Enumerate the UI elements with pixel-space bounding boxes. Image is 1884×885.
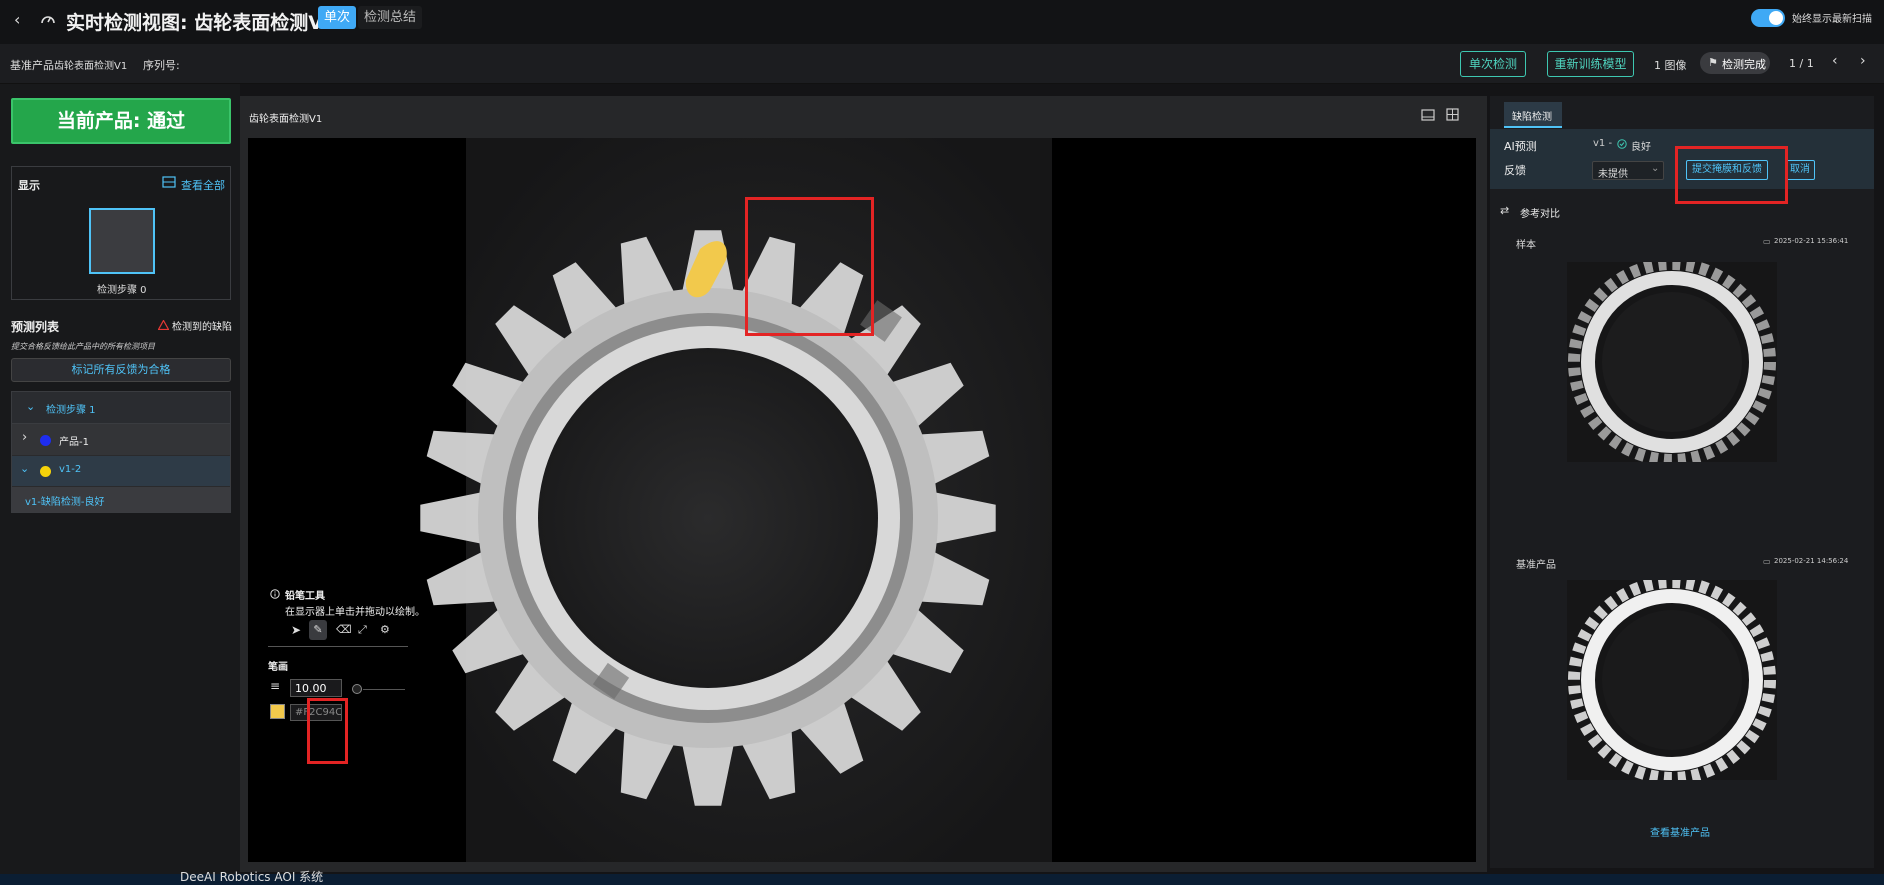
pencil-tool-highlight bbox=[307, 698, 348, 764]
tree-result-row[interactable]: v1-缺陷检测-良好 bbox=[12, 487, 230, 512]
ai-version: v1 - bbox=[1593, 138, 1613, 149]
tool-title: 铅笔工具 bbox=[285, 591, 325, 602]
flag-icon: ⚑ bbox=[1708, 56, 1718, 69]
fit-screen-icon[interactable]: ⤢ bbox=[358, 623, 367, 637]
back-icon[interactable]: ‹ bbox=[14, 10, 20, 29]
base-product-section-label: 基准产品 bbox=[1516, 560, 1556, 571]
chevron-down-icon: ⌄ bbox=[26, 400, 36, 413]
sample-label: 样本 bbox=[1516, 240, 1536, 251]
warning-icon bbox=[158, 320, 169, 330]
stroke-label: 笔画 bbox=[268, 662, 288, 673]
mode-single-tab[interactable]: 单次 bbox=[318, 6, 357, 29]
stroke-width-input[interactable] bbox=[290, 679, 342, 697]
grid-layout-icon[interactable] bbox=[1446, 108, 1459, 121]
single-layout-icon[interactable] bbox=[1421, 109, 1435, 121]
sample-image[interactable] bbox=[1567, 262, 1777, 462]
left-panel: 当前产品: 通过 显示 查看全部 检测步骤 0 预测列表 检测到的缺陷 提交合格… bbox=[0, 84, 240, 874]
feedback-select-value: 未提供 bbox=[1598, 169, 1628, 180]
tree-version-label: v1-2 bbox=[59, 464, 82, 475]
submit-button-highlight bbox=[1675, 146, 1788, 204]
feedback-label: 反馈 bbox=[1504, 164, 1526, 177]
prediction-tree: ⌄ 检测步骤 1 › 产品-1 ⌄ v1-2 v1-缺陷检测-良好 bbox=[11, 391, 231, 513]
image-count: 1 图像 bbox=[1654, 59, 1687, 72]
cursor-tool-icon[interactable]: ➤ bbox=[291, 623, 301, 637]
defect-badge: 检测到的缺陷 bbox=[172, 322, 232, 333]
serial-label: 序列号: bbox=[143, 59, 180, 72]
mark-all-pass-button[interactable]: 标记所有反馈为合格 bbox=[11, 358, 231, 382]
base-time: 2025-02-21 14:56:24 bbox=[1774, 557, 1849, 565]
compare-title: 参考对比 bbox=[1520, 209, 1560, 220]
defect-mark-highlight bbox=[745, 197, 874, 336]
info-icon bbox=[270, 589, 280, 599]
stroke-slider-track[interactable] bbox=[363, 689, 405, 690]
viewer-title: 齿轮表面检测V1 bbox=[249, 114, 323, 125]
page-indicator: 1 / 1 bbox=[1789, 57, 1814, 70]
ai-label: AI预测 bbox=[1504, 140, 1537, 153]
latest-scan-label: 始终显示最新扫描 bbox=[1792, 14, 1872, 25]
compare-icon: ⇄ bbox=[1500, 204, 1510, 217]
gauge-icon bbox=[40, 11, 56, 27]
step-thumbnail[interactable] bbox=[89, 208, 155, 274]
pencil-tool-icon[interactable]: ✎ bbox=[309, 620, 327, 640]
next-page-icon[interactable]: › bbox=[1860, 53, 1866, 69]
tree-version-row[interactable]: ⌄ v1-2 bbox=[12, 456, 230, 487]
product-color-dot bbox=[40, 435, 51, 446]
single-detect-button[interactable]: 单次检测 bbox=[1460, 51, 1526, 77]
mode-summary-tab[interactable]: 检测总结 bbox=[358, 6, 422, 29]
feedback-hint: 提交合格反馈给此产品中的所有检测项目 bbox=[11, 342, 155, 351]
grid-view-icon bbox=[162, 176, 176, 188]
prediction-title: 预测列表 bbox=[11, 320, 60, 334]
status-badge-text: 检测完成 bbox=[1722, 58, 1766, 71]
settings-icon[interactable]: ⚙ bbox=[380, 623, 390, 636]
sample-time: 2025-02-21 15:36:41 bbox=[1774, 237, 1849, 245]
status-badge: ⚑ 检测完成 bbox=[1700, 52, 1770, 74]
tab-label: 缺陷检测 bbox=[1512, 112, 1552, 123]
tree-step-label: 检测步骤 1 bbox=[46, 405, 96, 416]
top-bar: ‹ 实时检测视图: 齿轮表面检测V1 单次 检测总结 始终显示最新扫描 bbox=[0, 0, 1884, 44]
tree-product-label: 产品-1 bbox=[59, 437, 89, 448]
ai-result: 良好 bbox=[1631, 142, 1651, 153]
retrain-model-button[interactable]: 重新训练模型 bbox=[1547, 51, 1634, 77]
latest-scan-toggle[interactable] bbox=[1751, 9, 1785, 27]
brush-color-swatch[interactable] bbox=[270, 704, 285, 719]
taskbar: DeeAI Robotics AOI 系统 bbox=[0, 870, 1884, 885]
chevron-down-icon: ⌄ bbox=[1651, 163, 1660, 174]
taskbar-app-name: DeeAI Robotics AOI 系统 bbox=[180, 870, 324, 884]
tool-divider bbox=[268, 646, 408, 647]
version-color-dot bbox=[40, 466, 51, 477]
calendar-icon: ▭ bbox=[1763, 557, 1771, 566]
view-base-product-link[interactable]: 查看基准产品 bbox=[1650, 824, 1710, 839]
tree-product-row[interactable]: › 产品-1 bbox=[12, 424, 230, 456]
check-circle-icon bbox=[1617, 139, 1627, 149]
right-panel: 缺陷检测 AI预测 v1 - 良好 反馈 未提供 ⌄ 提交掩膜和反馈 取消 ⇄ … bbox=[1490, 96, 1874, 868]
calendar-icon: ▭ bbox=[1763, 237, 1771, 246]
tab-defect-detection[interactable]: 缺陷检测 bbox=[1504, 102, 1562, 128]
base-image[interactable] bbox=[1567, 580, 1777, 780]
display-title: 显示 bbox=[18, 179, 40, 192]
stroke-width-icon: ≡ bbox=[270, 679, 281, 693]
sub-bar: 基准产品 齿轮表面检测V1 序列号: 单次检测 重新训练模型 1 图像 ⚑ 检测… bbox=[0, 44, 1884, 84]
tree-step-row[interactable]: ⌄ 检测步骤 1 bbox=[12, 392, 230, 424]
prev-page-icon[interactable]: ‹ bbox=[1832, 53, 1838, 69]
feedback-select[interactable]: 未提供 ⌄ bbox=[1592, 161, 1664, 180]
eraser-tool-icon[interactable]: ⌫ bbox=[336, 623, 352, 636]
tree-result-label: v1-缺陷检测-良好 bbox=[25, 497, 105, 508]
base-product-value: 齿轮表面检测V1 bbox=[54, 61, 128, 72]
thumbnail-label: 检测步骤 0 bbox=[97, 285, 147, 296]
base-product-label: 基准产品 bbox=[10, 59, 54, 72]
product-result-button[interactable]: 当前产品: 通过 bbox=[11, 98, 231, 144]
chevron-right-icon: › bbox=[22, 430, 28, 445]
cancel-button[interactable]: 取消 bbox=[1785, 160, 1815, 180]
display-box: 显示 查看全部 检测步骤 0 bbox=[11, 166, 231, 300]
view-all-link[interactable]: 查看全部 bbox=[181, 177, 225, 193]
chevron-down-icon: ⌄ bbox=[20, 462, 30, 475]
page-title: 实时检测视图: 齿轮表面检测V1 bbox=[66, 12, 337, 34]
stroke-slider-handle[interactable] bbox=[352, 684, 362, 694]
tool-hint: 在显示器上单击并拖动以绘制。 bbox=[285, 607, 425, 618]
